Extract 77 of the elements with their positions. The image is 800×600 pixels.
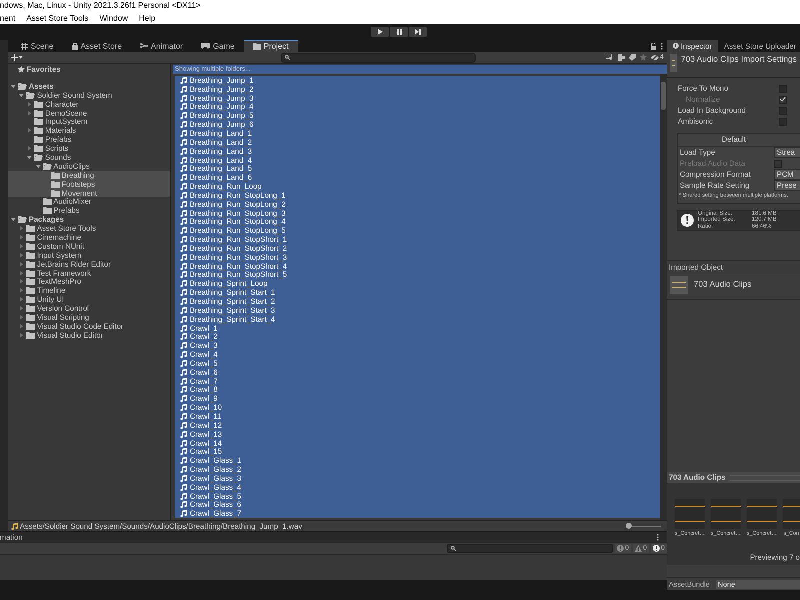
shopping-bag-icon — [72, 42, 78, 50]
collapse-arrow-icon[interactable] — [36, 164, 41, 169]
step-icon — [415, 29, 421, 35]
menu-item[interactable]: Window — [100, 14, 128, 22]
expand-arrow-icon[interactable] — [27, 128, 32, 134]
search-by-type-icon[interactable] — [606, 54, 614, 61]
tag-icon[interactable] — [629, 54, 636, 61]
exclamation-icon — [681, 214, 694, 227]
audio-clip-icon — [670, 54, 678, 72]
gamepad-icon — [201, 43, 210, 49]
open-folder-icon — [18, 216, 27, 224]
star-icon[interactable] — [640, 54, 648, 61]
collapse-arrow-icon[interactable] — [27, 154, 32, 160]
expand-arrow-icon[interactable] — [19, 270, 24, 276]
folder-icon — [252, 43, 261, 50]
search-field[interactable] — [447, 544, 614, 553]
checkbox[interactable] — [779, 84, 787, 92]
open-folder-icon — [18, 82, 27, 90]
lock-icon[interactable] — [651, 42, 656, 50]
search-icon — [285, 55, 290, 60]
expand-arrow-icon[interactable] — [19, 324, 24, 329]
window-title: ndows, Mac, Linux - Unity 2021.3.26f1 Personal <DX11> — [0, 1, 201, 10]
info-icon — [673, 43, 679, 49]
waveform-thumbnail — [675, 499, 705, 529]
eye-slash-icon — [651, 54, 660, 60]
star-icon — [18, 66, 25, 73]
collapse-arrow-icon[interactable] — [11, 84, 16, 89]
object-name: 703 Audio Clips — [694, 278, 752, 291]
label-filter-icon[interactable] — [618, 54, 626, 61]
expand-arrow-icon[interactable] — [19, 279, 24, 284]
open-folder-icon — [42, 162, 52, 170]
expand-arrow-icon[interactable] — [27, 110, 32, 116]
checkbox[interactable] — [779, 106, 787, 114]
expand-arrow-icon[interactable] — [19, 234, 24, 240]
panel-tab[interactable]: Game — [192, 40, 244, 52]
menu-item[interactable]: Asset Store Tools — [26, 14, 89, 22]
panel-tab[interactable]: Scene — [12, 40, 63, 52]
menu-item[interactable]: nent — [0, 14, 16, 22]
collapse-arrow-icon[interactable] — [19, 92, 24, 98]
scrollbar[interactable] — [660, 74, 667, 520]
waveform-thumbnail — [747, 499, 777, 529]
audio-clip-icon — [670, 276, 688, 294]
waveform-thumbnail — [711, 499, 741, 529]
expand-arrow-icon[interactable] — [27, 146, 32, 152]
step-button[interactable] — [409, 27, 427, 37]
expand-arrow-icon[interactable] — [19, 262, 24, 267]
expand-arrow-icon[interactable] — [19, 306, 24, 312]
pause-icon — [396, 29, 402, 35]
expand-arrow-icon[interactable] — [19, 288, 24, 294]
panel-tab[interactable]: Animator — [131, 40, 192, 52]
search-field[interactable] — [281, 52, 476, 62]
play-icon — [378, 29, 382, 35]
expand-arrow-icon[interactable] — [19, 314, 24, 320]
expand-arrow-icon[interactable] — [19, 332, 24, 338]
expand-arrow-icon[interactable] — [19, 226, 24, 232]
expand-arrow-icon[interactable] — [27, 102, 32, 107]
pause-button[interactable] — [390, 27, 408, 37]
play-button[interactable] — [371, 27, 389, 37]
search-icon — [451, 546, 456, 551]
checkbox[interactable] — [779, 118, 787, 126]
panel-tab[interactable]: Project — [244, 40, 298, 52]
slider-thumb[interactable] — [626, 523, 632, 529]
expand-arrow-icon[interactable] — [19, 252, 24, 258]
caret-icon — [19, 56, 23, 59]
open-folder-icon — [34, 154, 44, 161]
inspector-title: 703 Audio Clips Import Settings — [681, 54, 797, 66]
plus-icon — [11, 54, 18, 61]
expand-arrow-icon[interactable] — [19, 244, 24, 249]
node-graph-icon — [140, 43, 148, 49]
panel-tab[interactable]: Asset Store — [62, 40, 132, 52]
create-button[interactable] — [11, 54, 23, 61]
grid-icon — [21, 42, 28, 50]
menu-item[interactable]: Help — [139, 14, 156, 22]
open-folder-icon — [26, 92, 36, 99]
music-note-icon — [11, 522, 18, 530]
collapse-arrow-icon[interactable] — [11, 217, 16, 222]
expand-arrow-icon[interactable] — [19, 297, 24, 302]
